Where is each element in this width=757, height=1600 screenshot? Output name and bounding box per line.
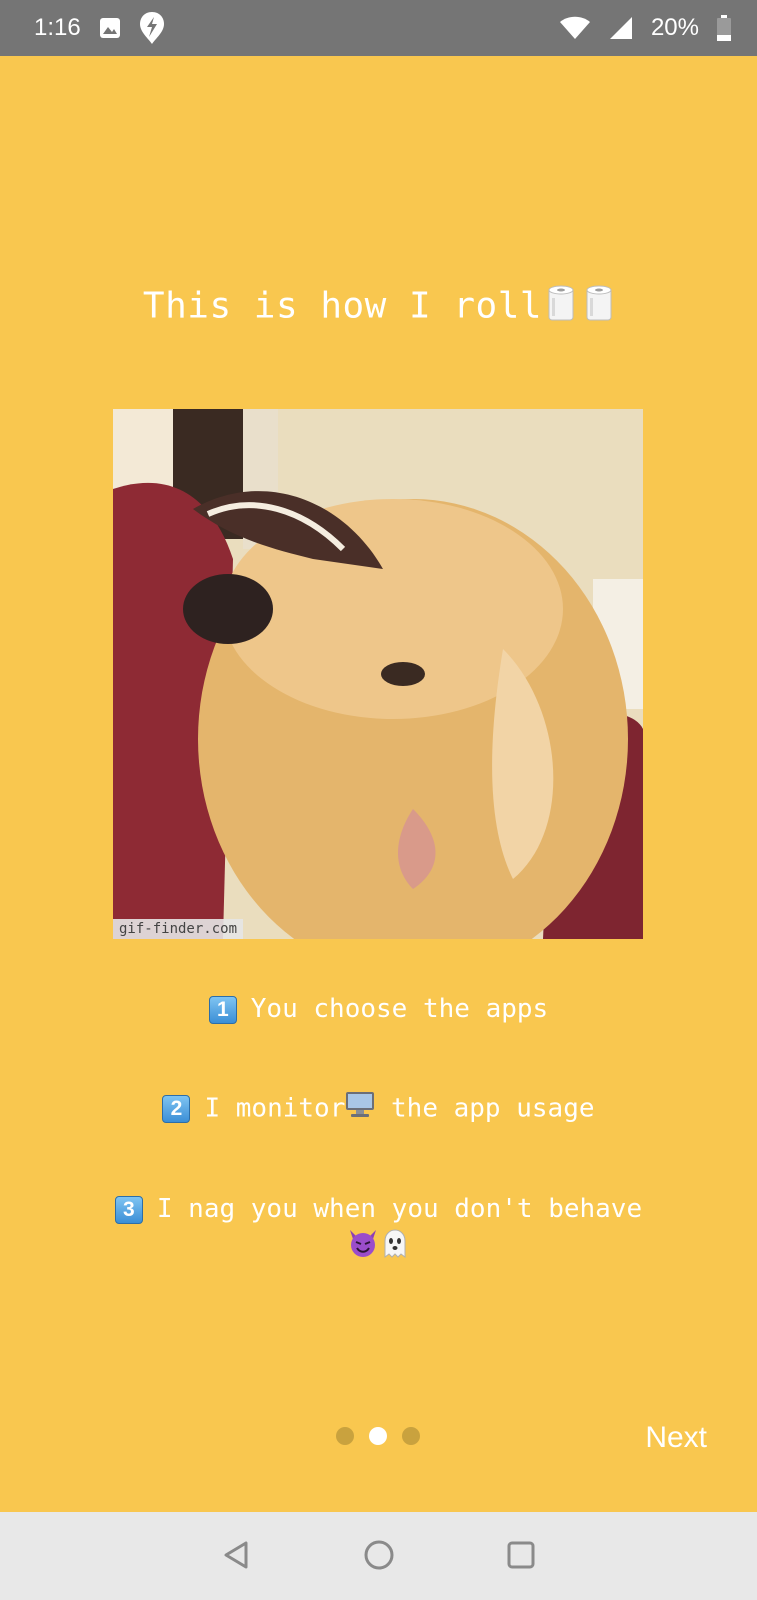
battery-percent: 20% <box>650 14 699 41</box>
recents-button[interactable] <box>505 1539 537 1574</box>
page-dot-1[interactable] <box>336 1427 354 1445</box>
back-icon <box>221 1539 253 1574</box>
recents-icon <box>505 1539 537 1574</box>
steps-list: 1 You choose the apps 2 I monitor the app … <box>60 991 697 1269</box>
dog-gif: gif-finder.com <box>113 409 643 939</box>
ghost-icon <box>379 1227 411 1269</box>
step-1-text: You choose the apps <box>250 994 549 1024</box>
keycap-3-icon: 3 <box>114 1195 143 1224</box>
battery-icon <box>717 15 731 41</box>
step-3: 3 I nag you when you don't behave <box>60 1191 697 1269</box>
page-indicator <box>336 1427 420 1445</box>
title-text: This is how I roll <box>142 285 543 327</box>
back-button[interactable] <box>221 1539 253 1574</box>
wifi-icon <box>559 16 591 40</box>
onboarding-page: This is how I roll gif-finder.com 1 You … <box>0 56 757 1512</box>
keycap-2-icon: 2 <box>162 1095 191 1123</box>
keycap-1-icon: 1 <box>208 995 237 1024</box>
toilet-paper-icon <box>584 284 614 331</box>
smiling-devil-icon <box>347 1227 379 1269</box>
navigation-bar <box>0 1512 757 1600</box>
image-icon <box>99 17 121 39</box>
status-bar: 1:16 20% <box>0 0 757 56</box>
page-dot-3[interactable] <box>402 1427 420 1445</box>
step-2: 2 I monitor the app usage <box>60 1090 697 1128</box>
next-button[interactable]: Next <box>645 1421 707 1455</box>
gif-watermark: gif-finder.com <box>113 919 244 939</box>
step-3-text: I nag you when you don't behave <box>156 1194 643 1224</box>
cell-signal-icon <box>609 16 633 40</box>
home-icon <box>363 1539 395 1574</box>
step-2-text-after: the app usage <box>375 1093 595 1124</box>
status-time: 1:16 <box>34 14 81 41</box>
status-left: 1:16 <box>34 11 165 45</box>
app-notification-icon <box>139 11 165 45</box>
desktop-computer-icon <box>345 1090 375 1128</box>
step-1: 1 You choose the apps <box>60 991 697 1027</box>
toilet-paper-icon <box>546 284 576 331</box>
page-dot-2-active[interactable] <box>369 1427 387 1445</box>
status-right: 20% <box>559 14 731 42</box>
home-button[interactable] <box>363 1539 395 1574</box>
step-2-text-before: I monitor <box>204 1093 346 1124</box>
page-title: This is how I roll <box>0 284 757 331</box>
title-emoji <box>546 284 614 331</box>
